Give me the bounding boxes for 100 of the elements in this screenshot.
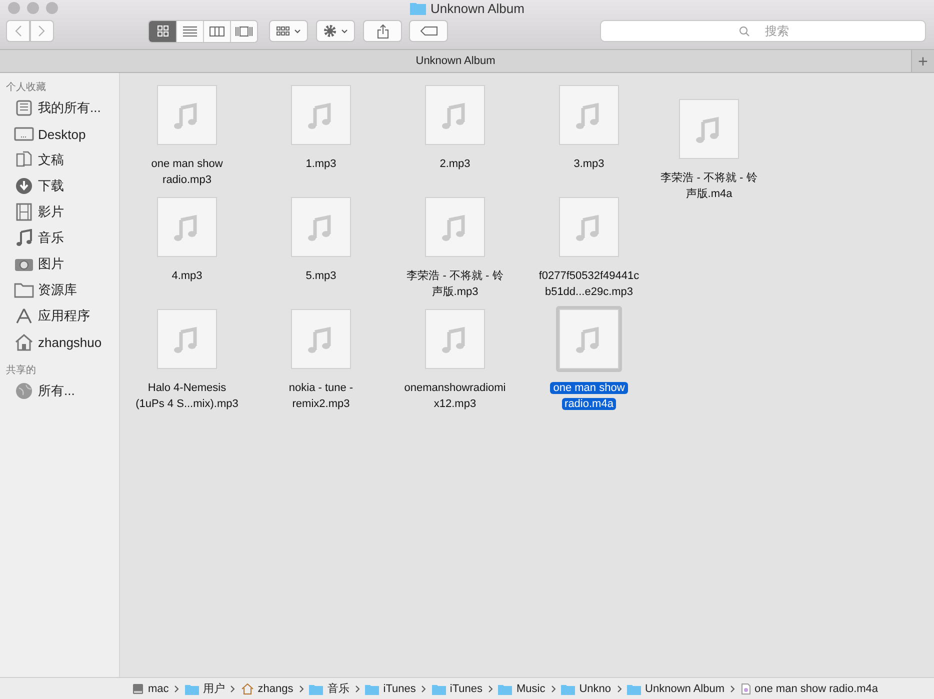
forward-button[interactable]	[30, 20, 54, 42]
chevron-icon	[550, 684, 556, 692]
folder-icon	[561, 682, 576, 694]
grid-icon	[276, 26, 290, 36]
folder-icon	[14, 282, 34, 298]
audio-file-icon[interactable]	[288, 82, 354, 148]
chevron-left-icon	[14, 25, 22, 37]
sidebar-item[interactable]: 下载	[38, 177, 64, 195]
audio-file-icon[interactable]	[422, 306, 488, 372]
grid-icon	[156, 25, 168, 37]
close-button[interactable]	[8, 2, 20, 14]
sidebar-item[interactable]: 资源库	[38, 281, 77, 299]
file-name: 5.mp3	[304, 269, 338, 284]
audio-file-icon[interactable]	[556, 82, 622, 148]
audio-file-icon[interactable]	[288, 194, 354, 260]
audio-file-icon[interactable]	[676, 96, 742, 162]
tag-icon	[420, 26, 438, 36]
film-icon	[16, 203, 32, 221]
audio-file-icon[interactable]	[288, 306, 354, 372]
cover-flow-icon	[234, 25, 254, 37]
share-button[interactable]	[363, 20, 402, 42]
columns-icon	[209, 25, 225, 37]
tag-button[interactable]	[409, 20, 448, 42]
chevron-icon	[616, 684, 622, 692]
sidebar-item[interactable]: 音乐	[38, 229, 64, 247]
file-name: 李荣浩 - 不将就 - 铃声版.m4a	[660, 171, 758, 202]
folder-icon	[184, 682, 199, 694]
chevron-icon	[298, 684, 304, 692]
folder-icon	[365, 682, 380, 694]
path-item[interactable]: iTunes	[383, 682, 416, 694]
sidebar-item[interactable]: 图片	[38, 255, 64, 273]
folder-icon	[410, 2, 426, 14]
path-item[interactable]: Music	[516, 682, 546, 694]
sidebar-heading: 共享的	[5, 364, 36, 378]
audio-file-icon[interactable]	[154, 82, 220, 148]
apps-icon	[14, 307, 34, 325]
back-button[interactable]	[6, 20, 30, 42]
file-name: 3.mp3	[572, 157, 606, 172]
download-icon	[15, 177, 33, 195]
chevron-icon	[354, 684, 360, 692]
folder-icon	[498, 682, 512, 694]
arrange-button[interactable]	[269, 20, 308, 42]
minimize-button[interactable]	[27, 2, 39, 14]
sidebar-item[interactable]: zhangshuo	[38, 334, 102, 350]
path-item[interactable]: Unknown Album	[645, 682, 725, 694]
folder-icon	[627, 682, 642, 694]
sidebar-item[interactable]: 应用程序	[38, 307, 90, 325]
chevron-icon	[488, 684, 493, 692]
documents-icon	[15, 151, 33, 169]
caret-icon	[294, 28, 301, 34]
action-button[interactable]	[316, 20, 355, 42]
path-item[interactable]: iTunes	[450, 682, 482, 694]
file-name: one man show radio.mp3	[150, 157, 224, 188]
path-item[interactable]: 音乐	[327, 681, 350, 696]
file-name: Halo 4-Nemesis (1uPs 4 S...mix).mp3	[135, 381, 239, 412]
audio-file-icon[interactable]	[422, 82, 488, 148]
cover-flow-button[interactable]	[230, 20, 257, 42]
chevron-icon	[174, 684, 180, 692]
audio-file-icon[interactable]	[556, 194, 622, 260]
globe-icon	[15, 382, 33, 400]
chevron-icon	[230, 684, 236, 692]
sidebar-item[interactable]: 文稿	[38, 151, 64, 169]
list-icon	[182, 25, 198, 37]
file-name: 2.mp3	[438, 157, 472, 172]
chevron-icon	[421, 684, 426, 692]
sidebar-item[interactable]: Desktop	[38, 126, 86, 142]
zoom-button[interactable]	[46, 2, 58, 14]
sidebar-item[interactable]: 影片	[38, 203, 64, 221]
file-name: f0277f50532f49441cb51dd...e29c.mp3	[538, 269, 640, 300]
path-item[interactable]: zhangs	[258, 682, 294, 694]
audio-file-icon[interactable]	[154, 194, 220, 260]
icon-view-button[interactable]	[149, 20, 176, 42]
audio-file-icon[interactable]	[154, 306, 220, 372]
path-item[interactable]: 用户	[202, 681, 225, 696]
search-field[interactable]: 搜索	[600, 20, 926, 42]
drawer-icon	[15, 100, 33, 116]
chevron-right-icon	[38, 25, 46, 37]
folder-icon	[432, 682, 446, 694]
file-name: 李荣浩 - 不将就 - 铃声版.mp3	[406, 269, 504, 300]
desktop-icon	[14, 127, 34, 141]
chevron-icon	[730, 684, 736, 692]
tab[interactable]: Unknown Album	[0, 50, 911, 72]
caret-icon	[341, 28, 348, 34]
house-icon	[240, 682, 254, 694]
window-title: Unknown Album	[430, 0, 524, 16]
sidebar-heading: 个人收藏	[5, 80, 46, 95]
file-icon	[740, 682, 751, 694]
music-note-icon	[16, 229, 32, 247]
path-item[interactable]: one man show radio.m4a	[754, 682, 878, 694]
new-tab-button[interactable]: +	[911, 50, 934, 72]
audio-file-icon[interactable]	[556, 306, 622, 372]
sidebar-item[interactable]: 所有...	[38, 382, 75, 400]
view-mode-control[interactable]	[148, 20, 258, 42]
sidebar-item[interactable]: 我的所有...	[38, 99, 101, 117]
share-icon	[376, 24, 388, 38]
path-item[interactable]: mac	[148, 682, 169, 694]
house-icon	[14, 333, 34, 351]
search-icon	[739, 26, 750, 37]
path-item[interactable]: Unkno	[579, 682, 612, 694]
audio-file-icon[interactable]	[422, 194, 488, 260]
